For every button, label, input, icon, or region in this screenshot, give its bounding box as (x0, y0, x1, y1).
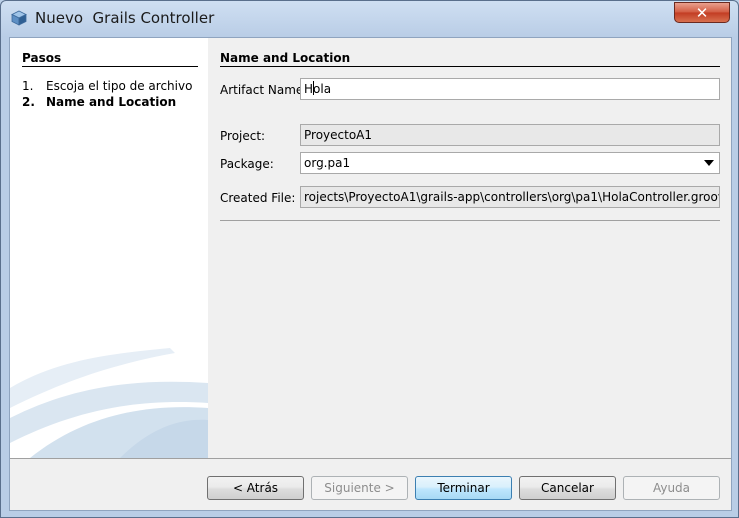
cancel-button[interactable]: Cancelar (519, 476, 616, 500)
step-item-2: 2. Name and Location (22, 95, 176, 109)
back-button[interactable]: < Atrás (207, 476, 304, 500)
dialog-client-area: Pasos 1. Escoja el tipo de archivo 2. Name… (9, 37, 732, 511)
artifact-name-input[interactable]: Hola (300, 78, 720, 100)
created-file-value: rojects\ProyectoA1\grails-app\controller… (304, 190, 720, 204)
artifact-name-text-end: ola (313, 82, 332, 96)
close-button[interactable]: ✕ (674, 2, 730, 23)
decorative-swoosh (10, 348, 208, 458)
steps-panel: Pasos 1. Escoja el tipo de archivo 2. Name… (10, 38, 208, 458)
panel-title-divider (220, 66, 720, 67)
next-button[interactable]: Siguiente > (311, 476, 408, 500)
project-value: ProyectoA1 (304, 128, 373, 142)
title-bar[interactable]: Nuevo Grails Controller ✕ (1, 1, 738, 35)
step-number: 2. (22, 95, 35, 109)
button-bar-divider (10, 458, 731, 459)
project-label: Project: (220, 129, 266, 143)
artifact-name-label: Artifact Name: (220, 83, 308, 97)
steps-divider (22, 66, 198, 67)
dialog-window: Nuevo Grails Controller ✕ Pasos 1. Escoja… (0, 0, 739, 518)
close-icon: ✕ (695, 4, 709, 22)
artifact-name-text-start: H (304, 82, 314, 96)
project-field: ProyectoA1 (300, 124, 720, 146)
step-label: Name and Location (46, 95, 177, 109)
step-number: 1. (22, 79, 34, 93)
step-item-1: 1. Escoja el tipo de archivo (22, 79, 192, 93)
window-title: Nuevo Grails Controller (35, 9, 215, 27)
name-location-panel: Name and Location Artifact Name: Hola Pr… (208, 38, 731, 458)
package-label: Package: (220, 157, 274, 171)
panel-bottom-divider (220, 220, 720, 221)
finish-button[interactable]: Terminar (415, 476, 512, 500)
package-combobox[interactable]: org.pa1 (300, 152, 720, 174)
steps-title: Pasos (22, 51, 62, 65)
created-file-field: rojects\ProyectoA1\grails-app\controller… (300, 186, 720, 208)
package-value: org.pa1 (304, 156, 351, 170)
cube-icon (11, 10, 27, 26)
help-button[interactable]: Ayuda (623, 476, 720, 500)
created-file-label: Created File: (220, 191, 296, 205)
panel-title: Name and Location (220, 51, 351, 65)
chevron-down-icon[interactable] (704, 160, 714, 166)
step-label: Escoja el tipo de archivo (46, 79, 193, 93)
